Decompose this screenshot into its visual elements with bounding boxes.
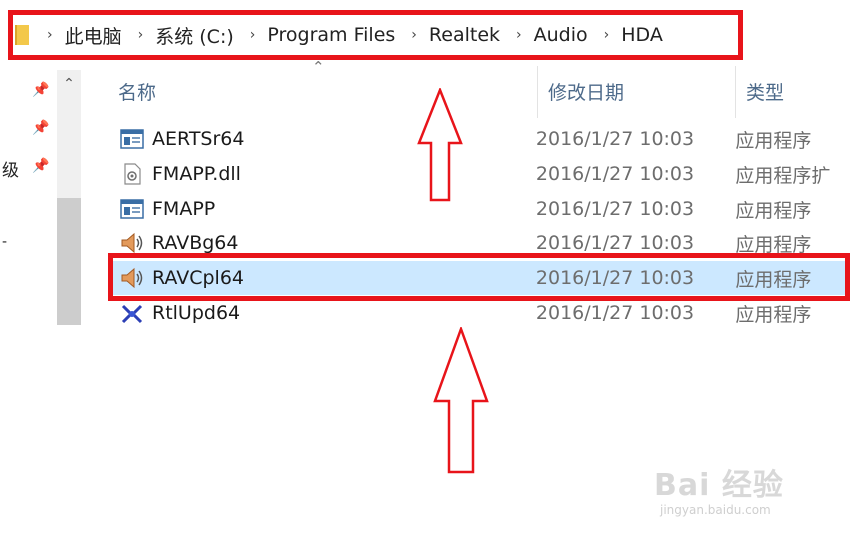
pin-icon[interactable]: 📌: [32, 82, 49, 98]
file-type: 应用程序: [735, 199, 812, 222]
speaker-icon: [121, 232, 143, 254]
highlight-box: [108, 253, 850, 301]
sort-ascending-icon: ⌃: [312, 58, 325, 76]
nav-item-fragment[interactable]: -: [2, 234, 7, 250]
file-date: 2016/1/27 10:03: [535, 232, 695, 254]
breadcrumb-item-hda[interactable]: HDA: [621, 24, 663, 46]
breadcrumb-item-audio[interactable]: Audio: [534, 24, 588, 46]
file-type: 应用程序: [735, 303, 812, 326]
file-name: RtlUpd64: [152, 302, 241, 324]
file-row[interactable]: FMAPP.dll 2016/1/27 10:03 应用程序扩: [110, 157, 845, 191]
column-header-type[interactable]: 类型: [746, 78, 784, 105]
column-divider[interactable]: [537, 66, 538, 118]
file-date: 2016/1/27 10:03: [535, 302, 695, 324]
file-row[interactable]: RtlUpd64 2016/1/27 10:03 应用程序: [110, 296, 845, 330]
up-arrow-icon: [417, 88, 463, 202]
breadcrumb-item-drive[interactable]: 系统 (C:): [155, 22, 234, 49]
nav-scrollbar-thumb[interactable]: [57, 198, 81, 325]
scroll-up-icon[interactable]: ⌃: [57, 70, 81, 98]
breadcrumb-separator[interactable]: ›: [604, 27, 610, 43]
update-icon: [121, 304, 143, 324]
app-window-icon: [120, 199, 144, 219]
file-name: FMAPP: [152, 198, 216, 220]
breadcrumb-separator[interactable]: ›: [411, 27, 417, 43]
column-header-name[interactable]: 名称: [118, 78, 156, 105]
file-type: 应用程序: [735, 129, 812, 152]
breadcrumb-separator[interactable]: ›: [138, 27, 144, 43]
breadcrumb-item-realtek[interactable]: Realtek: [429, 24, 500, 46]
column-divider[interactable]: [735, 66, 736, 118]
dll-file-icon: [124, 163, 141, 185]
file-date: 2016/1/27 10:03: [535, 198, 695, 220]
pin-icon[interactable]: 📌: [32, 158, 49, 174]
file-name: RAVBg64: [152, 232, 239, 254]
file-name: AERTSr64: [152, 128, 245, 150]
watermark-logo: Bai 经验: [654, 468, 784, 503]
up-arrow-icon: [433, 327, 489, 474]
file-date: 2016/1/27 10:03: [535, 128, 695, 150]
app-window-icon: [120, 129, 144, 149]
folder-icon: [15, 25, 29, 45]
nav-item-fragment[interactable]: 级: [2, 156, 19, 181]
navigation-pane: 📌 📌 📌 级 - ⌃: [0, 70, 85, 330]
file-date: 2016/1/27 10:03: [535, 163, 695, 185]
breadcrumb-item-program-files[interactable]: Program Files: [267, 24, 395, 46]
breadcrumb-separator[interactable]: ›: [516, 27, 522, 43]
file-type: 应用程序扩: [735, 164, 831, 187]
watermark-url: jingyan.baidu.com: [660, 503, 771, 517]
file-row[interactable]: AERTSr64 2016/1/27 10:03 应用程序: [110, 122, 845, 156]
file-name: FMAPP.dll: [152, 163, 241, 185]
breadcrumb-item-this-pc[interactable]: 此电脑: [65, 22, 122, 49]
column-header-date[interactable]: 修改日期: [548, 78, 624, 105]
breadcrumb-separator[interactable]: ›: [250, 27, 256, 43]
file-row[interactable]: FMAPP 2016/1/27 10:03 应用程序: [110, 192, 845, 226]
pin-icon[interactable]: 📌: [32, 120, 49, 136]
address-bar[interactable]: › 此电脑 › 系统 (C:) › Program Files › Realte…: [8, 10, 743, 60]
breadcrumb-separator: ›: [47, 27, 53, 43]
